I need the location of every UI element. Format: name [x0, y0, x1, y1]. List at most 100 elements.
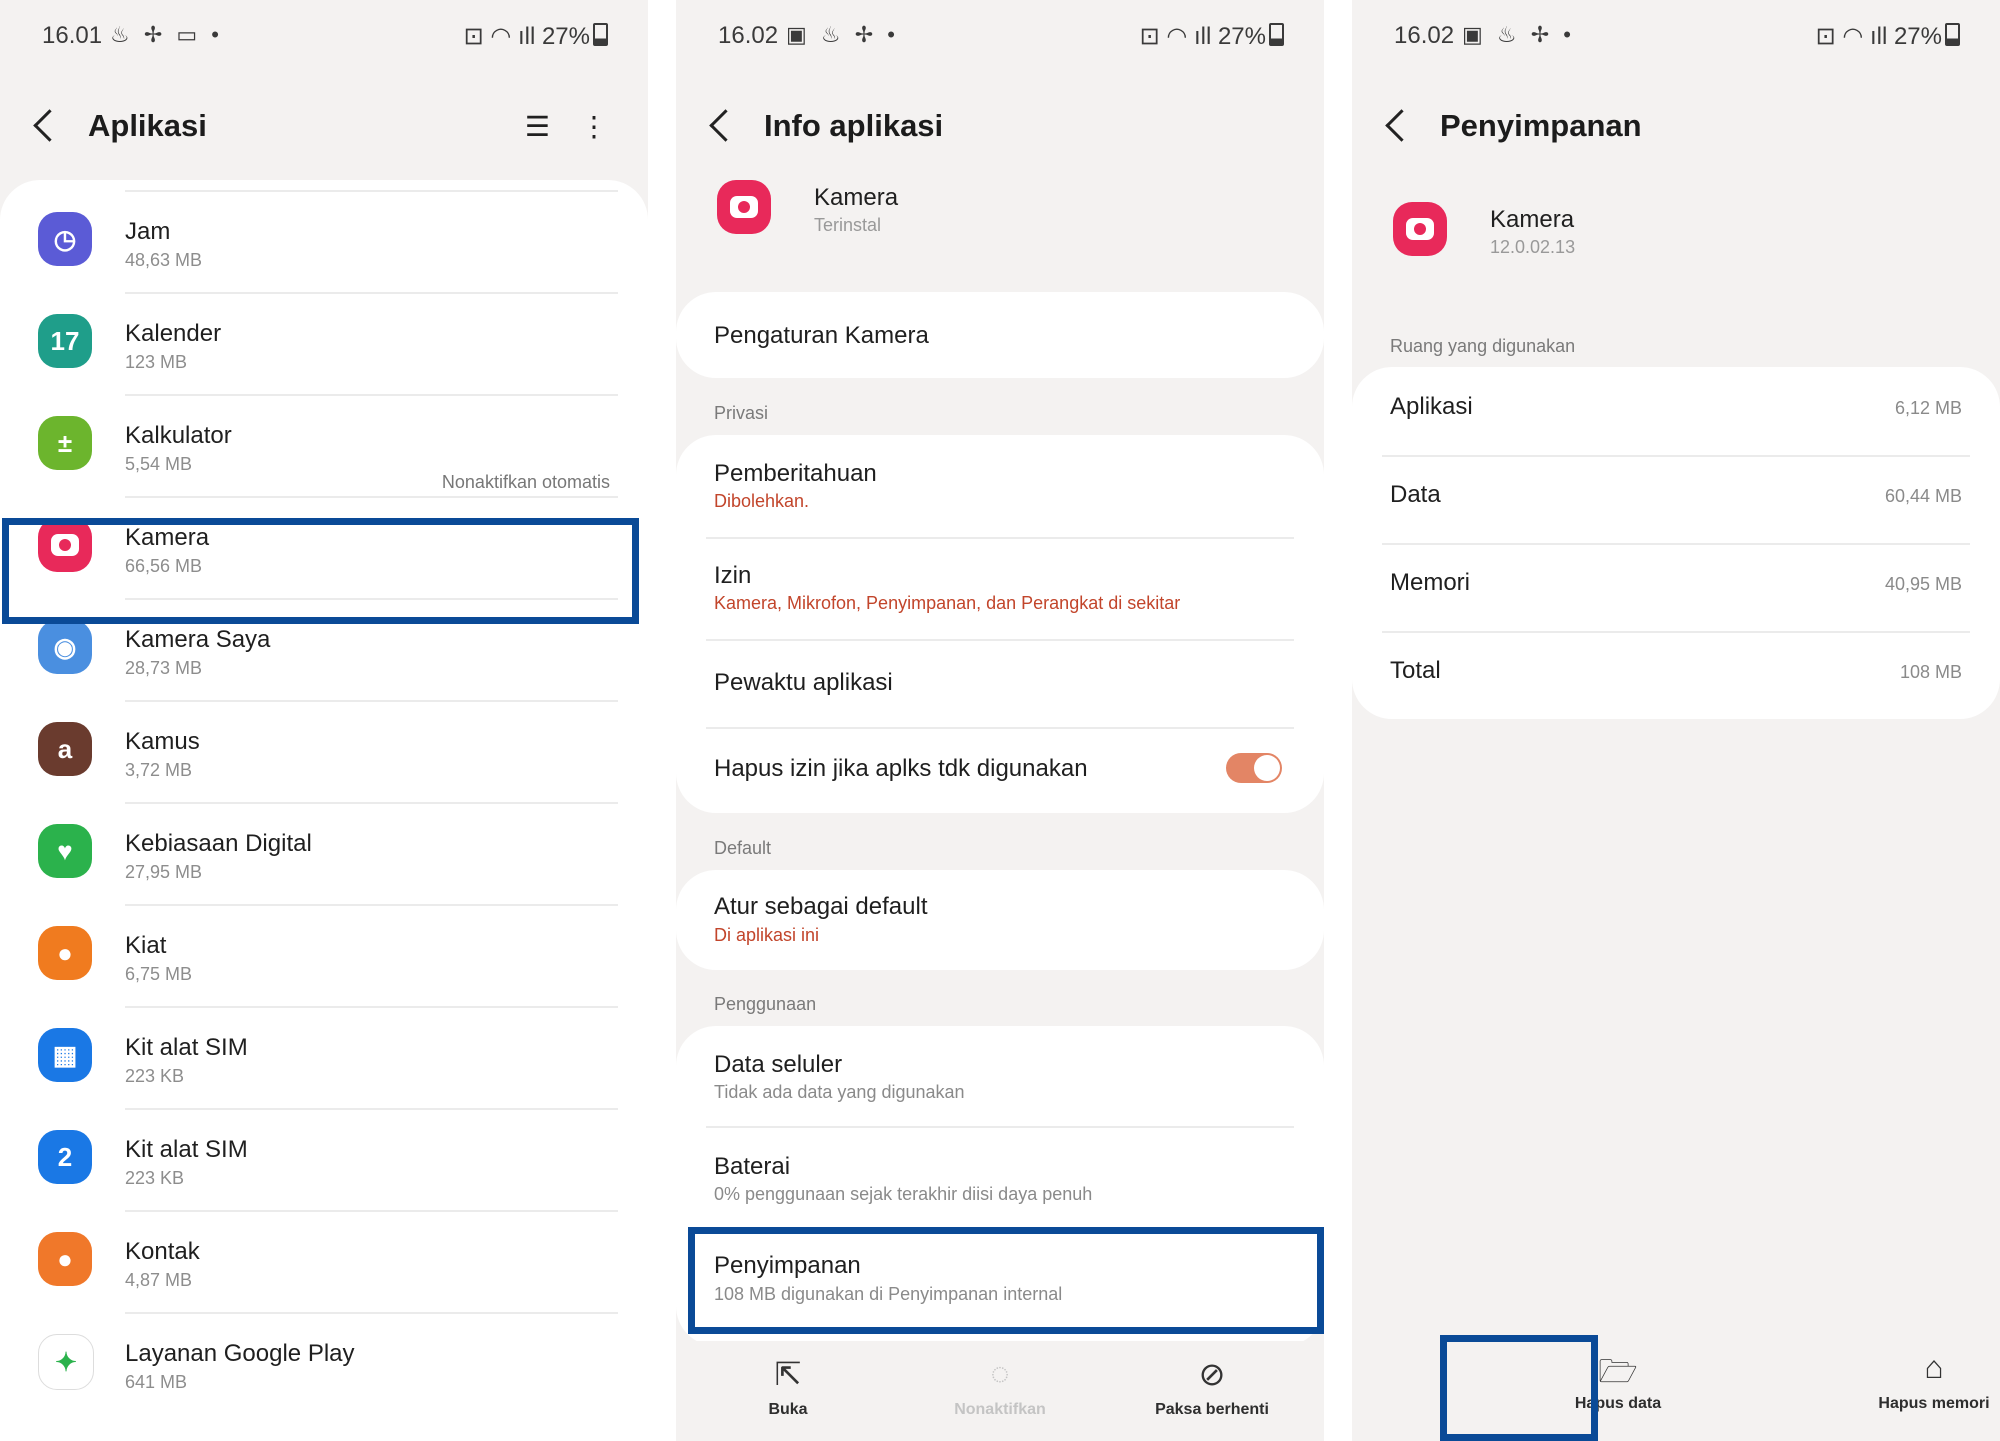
battery-sub: 0% penggunaan sejak terakhir diisi daya … [714, 1184, 1093, 1204]
app-size: 27,95 MB [125, 862, 203, 882]
clear-cache-button[interactable]: ⌂ Hapus memori [1834, 1349, 2000, 1413]
app-name: Layanan Google Play [125, 1340, 355, 1367]
status-right: ⊡ ◠ ıll 27% [1140, 22, 1284, 51]
app-list-item[interactable]: ● Kontak 4,87 MB [0, 1212, 648, 1312]
clear-cache-label: Hapus memori [1878, 1395, 1990, 1412]
battery-title: Baterai [714, 1153, 791, 1180]
app-list-item[interactable]: ✦ Layanan Google Play 641 MB [0, 1314, 648, 1414]
app-size: 6,75 MB [125, 964, 193, 984]
signal-icon: ⊡ ◠ ıll [1139, 23, 1218, 50]
status-bar: 16.01 ♨ ✢ ▭ • ⊡ ◠ ıll 27% [42, 22, 608, 52]
app-size: 223 KB [125, 1066, 185, 1086]
notifications-row[interactable]: Pemberitahuan Dibolehkan. [676, 435, 1324, 537]
auto-disable-note: Nonaktifkan otomatis [441, 472, 610, 492]
open-button[interactable]: ⇱ Buka [688, 1355, 888, 1419]
app-list-item[interactable]: ♥ Kebiasaan Digital 27,95 MB [0, 804, 648, 904]
settings-card[interactable]: Pengaturan Kamera [676, 292, 1324, 378]
app-name: Kalender [125, 320, 222, 347]
search-filter-icon[interactable]: ☰ [525, 111, 550, 142]
calendar-icon: 17 [38, 314, 92, 368]
app-list-item[interactable]: 17 Kalender 123 MB [0, 294, 648, 394]
app-name: Kit alat SIM [125, 1034, 248, 1061]
remove-permissions-row[interactable]: Hapus izin jika aplks tdk digunakan [676, 729, 1324, 813]
app-list-item[interactable]: 2 Kit alat SIM 223 KB [0, 1110, 648, 1210]
app-name: Kamus [125, 728, 200, 755]
battery-row[interactable]: Baterai 0% penggunaan sejak terakhir dii… [676, 1128, 1324, 1228]
app-name: Kit alat SIM [125, 1136, 248, 1163]
section-default: Default [714, 838, 772, 858]
storage-row-value: 108 MB [1899, 662, 1962, 682]
default-card[interactable]: Atur sebagai default Di aplikasi ini [676, 870, 1324, 970]
app-list: ◷ Jam 48,63 MB 17 Kalender 123 MB ± Kalkulator 5… [0, 180, 648, 1441]
app-size: 223 KB [125, 1168, 185, 1188]
app-size: 641 MB [125, 1372, 188, 1392]
storage-row-data: Data 60,44 MB [1352, 455, 2000, 543]
app-name: Kamera [1490, 206, 1575, 233]
disable-icon: ◌ [990, 1355, 1010, 1391]
app-info-panel: 16.02 ▣ ♨ ✢ • ⊡ ◠ ıll 27% Info aplikasi … [676, 0, 1324, 1441]
remove-permissions-toggle[interactable] [1226, 753, 1282, 783]
clear-cache-icon: ⌂ [1924, 1349, 1944, 1385]
app-list-item[interactable]: a Kamus 3,72 MB [0, 702, 648, 802]
back-icon[interactable] [709, 109, 742, 142]
camera-app-icon [1393, 202, 1447, 256]
app-status: Terinstal [814, 215, 882, 235]
force-stop-label: Paksa berhenti [1155, 1401, 1269, 1418]
header-actions: ☰ ⋮ [525, 110, 608, 143]
app-list-item[interactable]: ± Kalkulator 5,54 MB Nonaktifkan otomatis [0, 396, 648, 496]
notifications-title: Pemberitahuan [714, 460, 877, 487]
sim-toolkit-2-icon: 2 [38, 1130, 92, 1184]
calculator-icon: ± [38, 416, 92, 470]
more-options-icon[interactable]: ⋮ [580, 111, 608, 142]
app-size: 28,73 MB [125, 658, 203, 678]
battery-icon [1269, 23, 1284, 46]
disable-button[interactable]: ◌ Nonaktifkan [900, 1355, 1100, 1419]
page-title: Penyimpanan [1440, 108, 1642, 143]
storage-row-total: Total 108 MB [1352, 631, 2000, 719]
force-stop-button[interactable]: ⊘ Paksa berhenti [1112, 1355, 1312, 1419]
mobile-data-title: Data seluler [714, 1051, 843, 1078]
battery-percent: 27% [1893, 23, 1942, 50]
storage-panel: 16.02 ▣ ♨ ✢ • ⊡ ◠ ıll 27% Penyimpanan Ka… [1352, 0, 2000, 1441]
header: Penyimpanan [1385, 100, 1966, 160]
bottom-action-bar: ⇱ Buka ◌ Nonaktifkan ⊘ Paksa berhenti [676, 1341, 1324, 1441]
app-name: Kalkulator [125, 422, 232, 449]
battery-percent: 27% [1217, 23, 1266, 50]
google-play-services-icon: ✦ [38, 1334, 94, 1390]
signal-icon: ⊡ ◠ ıll [463, 23, 542, 50]
mobile-data-row[interactable]: Data seluler Tidak ada data yang digunak… [676, 1026, 1324, 1126]
app-list-item[interactable]: ▦ Kit alat SIM 223 KB [0, 1008, 648, 1108]
app-list-item[interactable]: ◷ Jam 48,63 MB [0, 192, 648, 292]
default-sub: Di aplikasi ini [714, 925, 820, 945]
my-camera-icon: ◉ [38, 620, 92, 674]
storage-row-label: Data [1390, 481, 1441, 508]
app-name: Kamera [814, 184, 899, 211]
camera-app-icon [717, 180, 771, 234]
dictionary-icon: a [38, 722, 92, 776]
signal-icon: ⊡ ◠ ıll [1815, 23, 1894, 50]
back-icon[interactable] [1385, 109, 1418, 142]
section-usage: Penggunaan [714, 994, 817, 1014]
clock-icon: ◷ [38, 212, 92, 266]
app-timer-row[interactable]: Pewaktu aplikasi [676, 641, 1324, 727]
header: Info aplikasi [709, 100, 1290, 160]
header: Aplikasi ☰ ⋮ [33, 100, 614, 160]
permissions-row[interactable]: Izin Kamera, Mikrofon, Penyimpanan, dan … [676, 539, 1324, 639]
open-label: Buka [768, 1401, 808, 1418]
privacy-card: Pemberitahuan Dibolehkan. Izin Kamera, M… [676, 435, 1324, 813]
app-size: 5,54 MB [125, 454, 193, 474]
notifications-sub: Dibolehkan. [714, 491, 810, 511]
status-notification-icons: ▣ ♨ ✢ • [786, 22, 899, 47]
highlight-kamera [2, 518, 639, 624]
app-name: Kamera Saya [125, 626, 271, 653]
status-bar: 16.02 ▣ ♨ ✢ • ⊡ ◠ ıll 27% [1394, 22, 1960, 52]
battery-icon [1945, 23, 1960, 46]
default-title: Atur sebagai default [714, 893, 928, 920]
section-privacy: Privasi [714, 403, 769, 423]
storage-row-aplikasi: Aplikasi 6,12 MB [1352, 367, 2000, 455]
app-list-item[interactable]: ● Kiat 6,75 MB [0, 906, 648, 1006]
back-icon[interactable] [33, 109, 66, 142]
highlight-clear-data [1440, 1335, 1598, 1441]
app-size: 48,63 MB [125, 250, 203, 270]
section-used-space: Ruang yang digunakan [1390, 336, 1576, 356]
